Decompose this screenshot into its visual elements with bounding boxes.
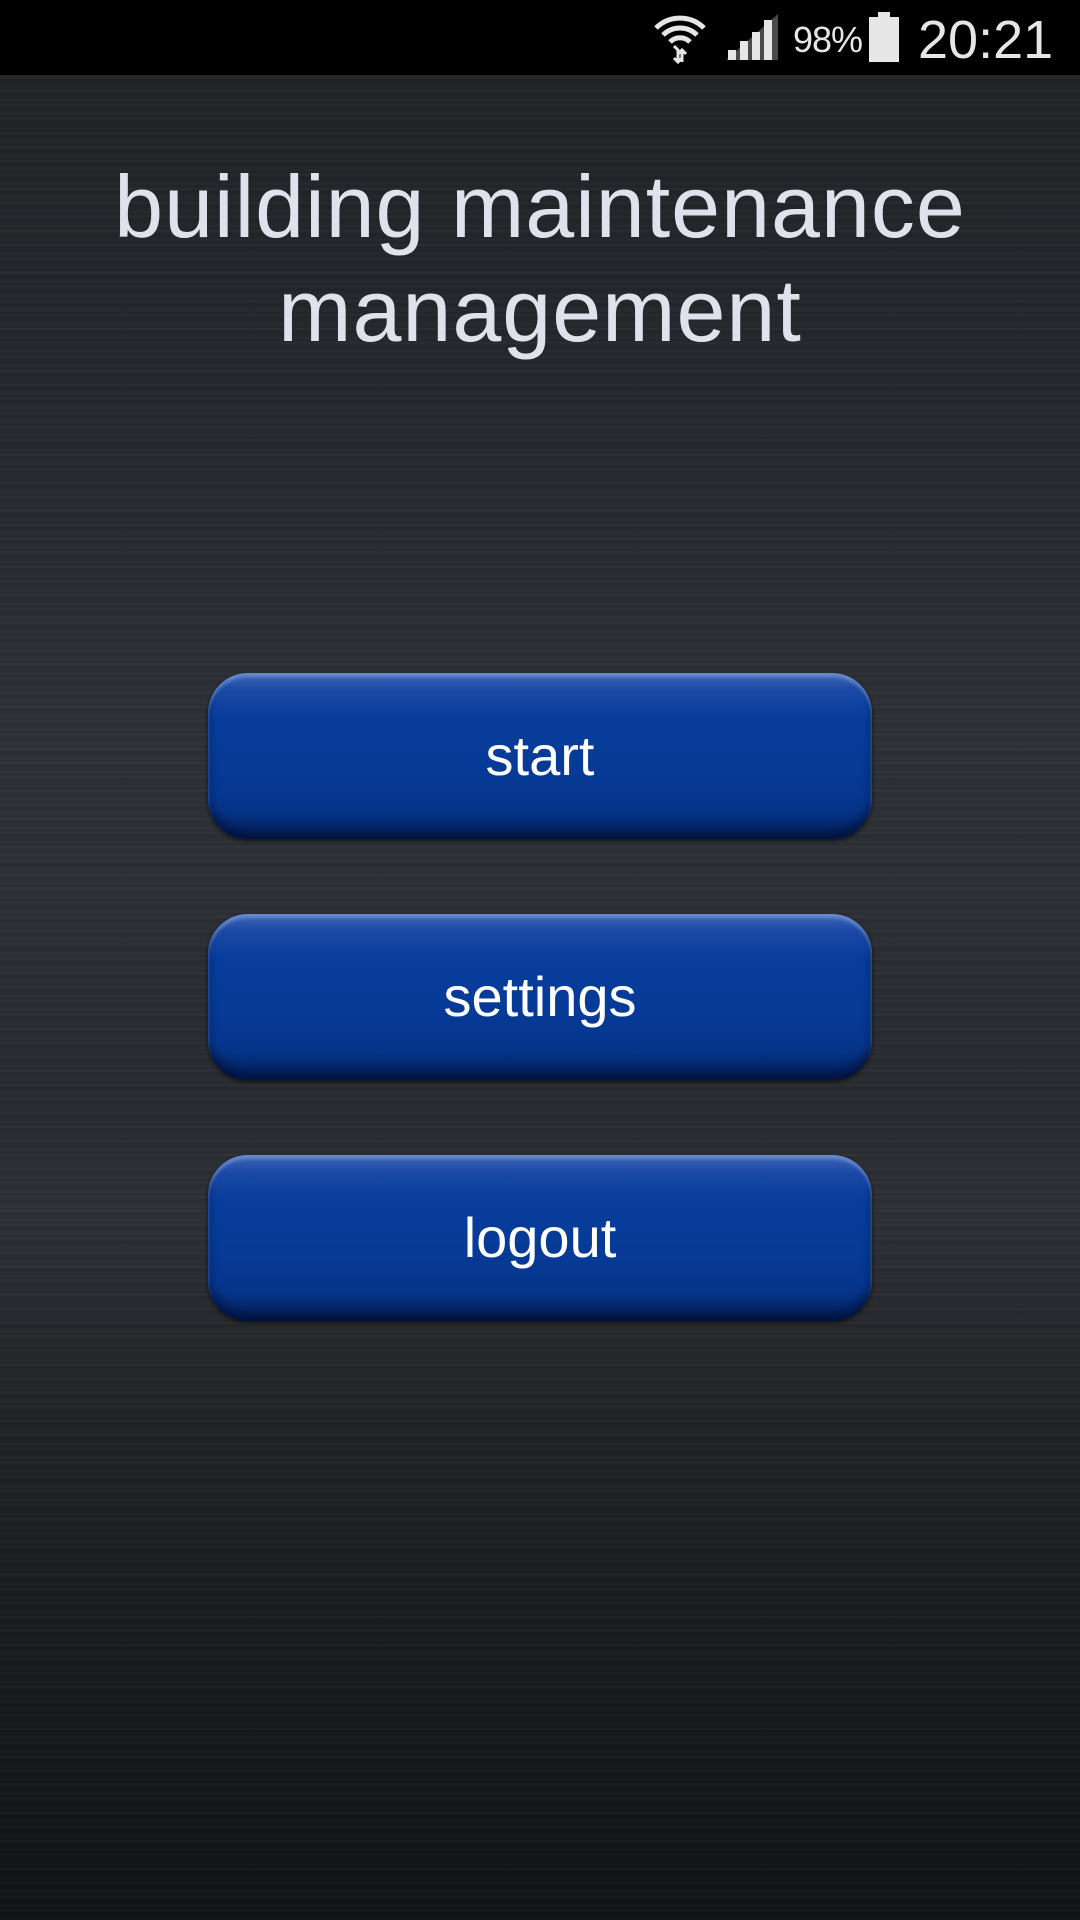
status-bar: 98% 20:21 bbox=[0, 0, 1080, 75]
battery-icon bbox=[869, 12, 899, 62]
logout-button[interactable]: logout bbox=[208, 1155, 872, 1321]
main-screen: building maintenance management start se… bbox=[0, 75, 1080, 1920]
wifi-icon bbox=[654, 15, 706, 64]
battery-percent: 98% bbox=[793, 19, 863, 60]
start-button[interactable]: start bbox=[208, 673, 872, 839]
app-title: building maintenance management bbox=[114, 157, 966, 360]
signal-icon bbox=[726, 14, 778, 60]
settings-button[interactable]: settings bbox=[208, 914, 872, 1080]
status-clock: 20:21 bbox=[918, 10, 1054, 70]
